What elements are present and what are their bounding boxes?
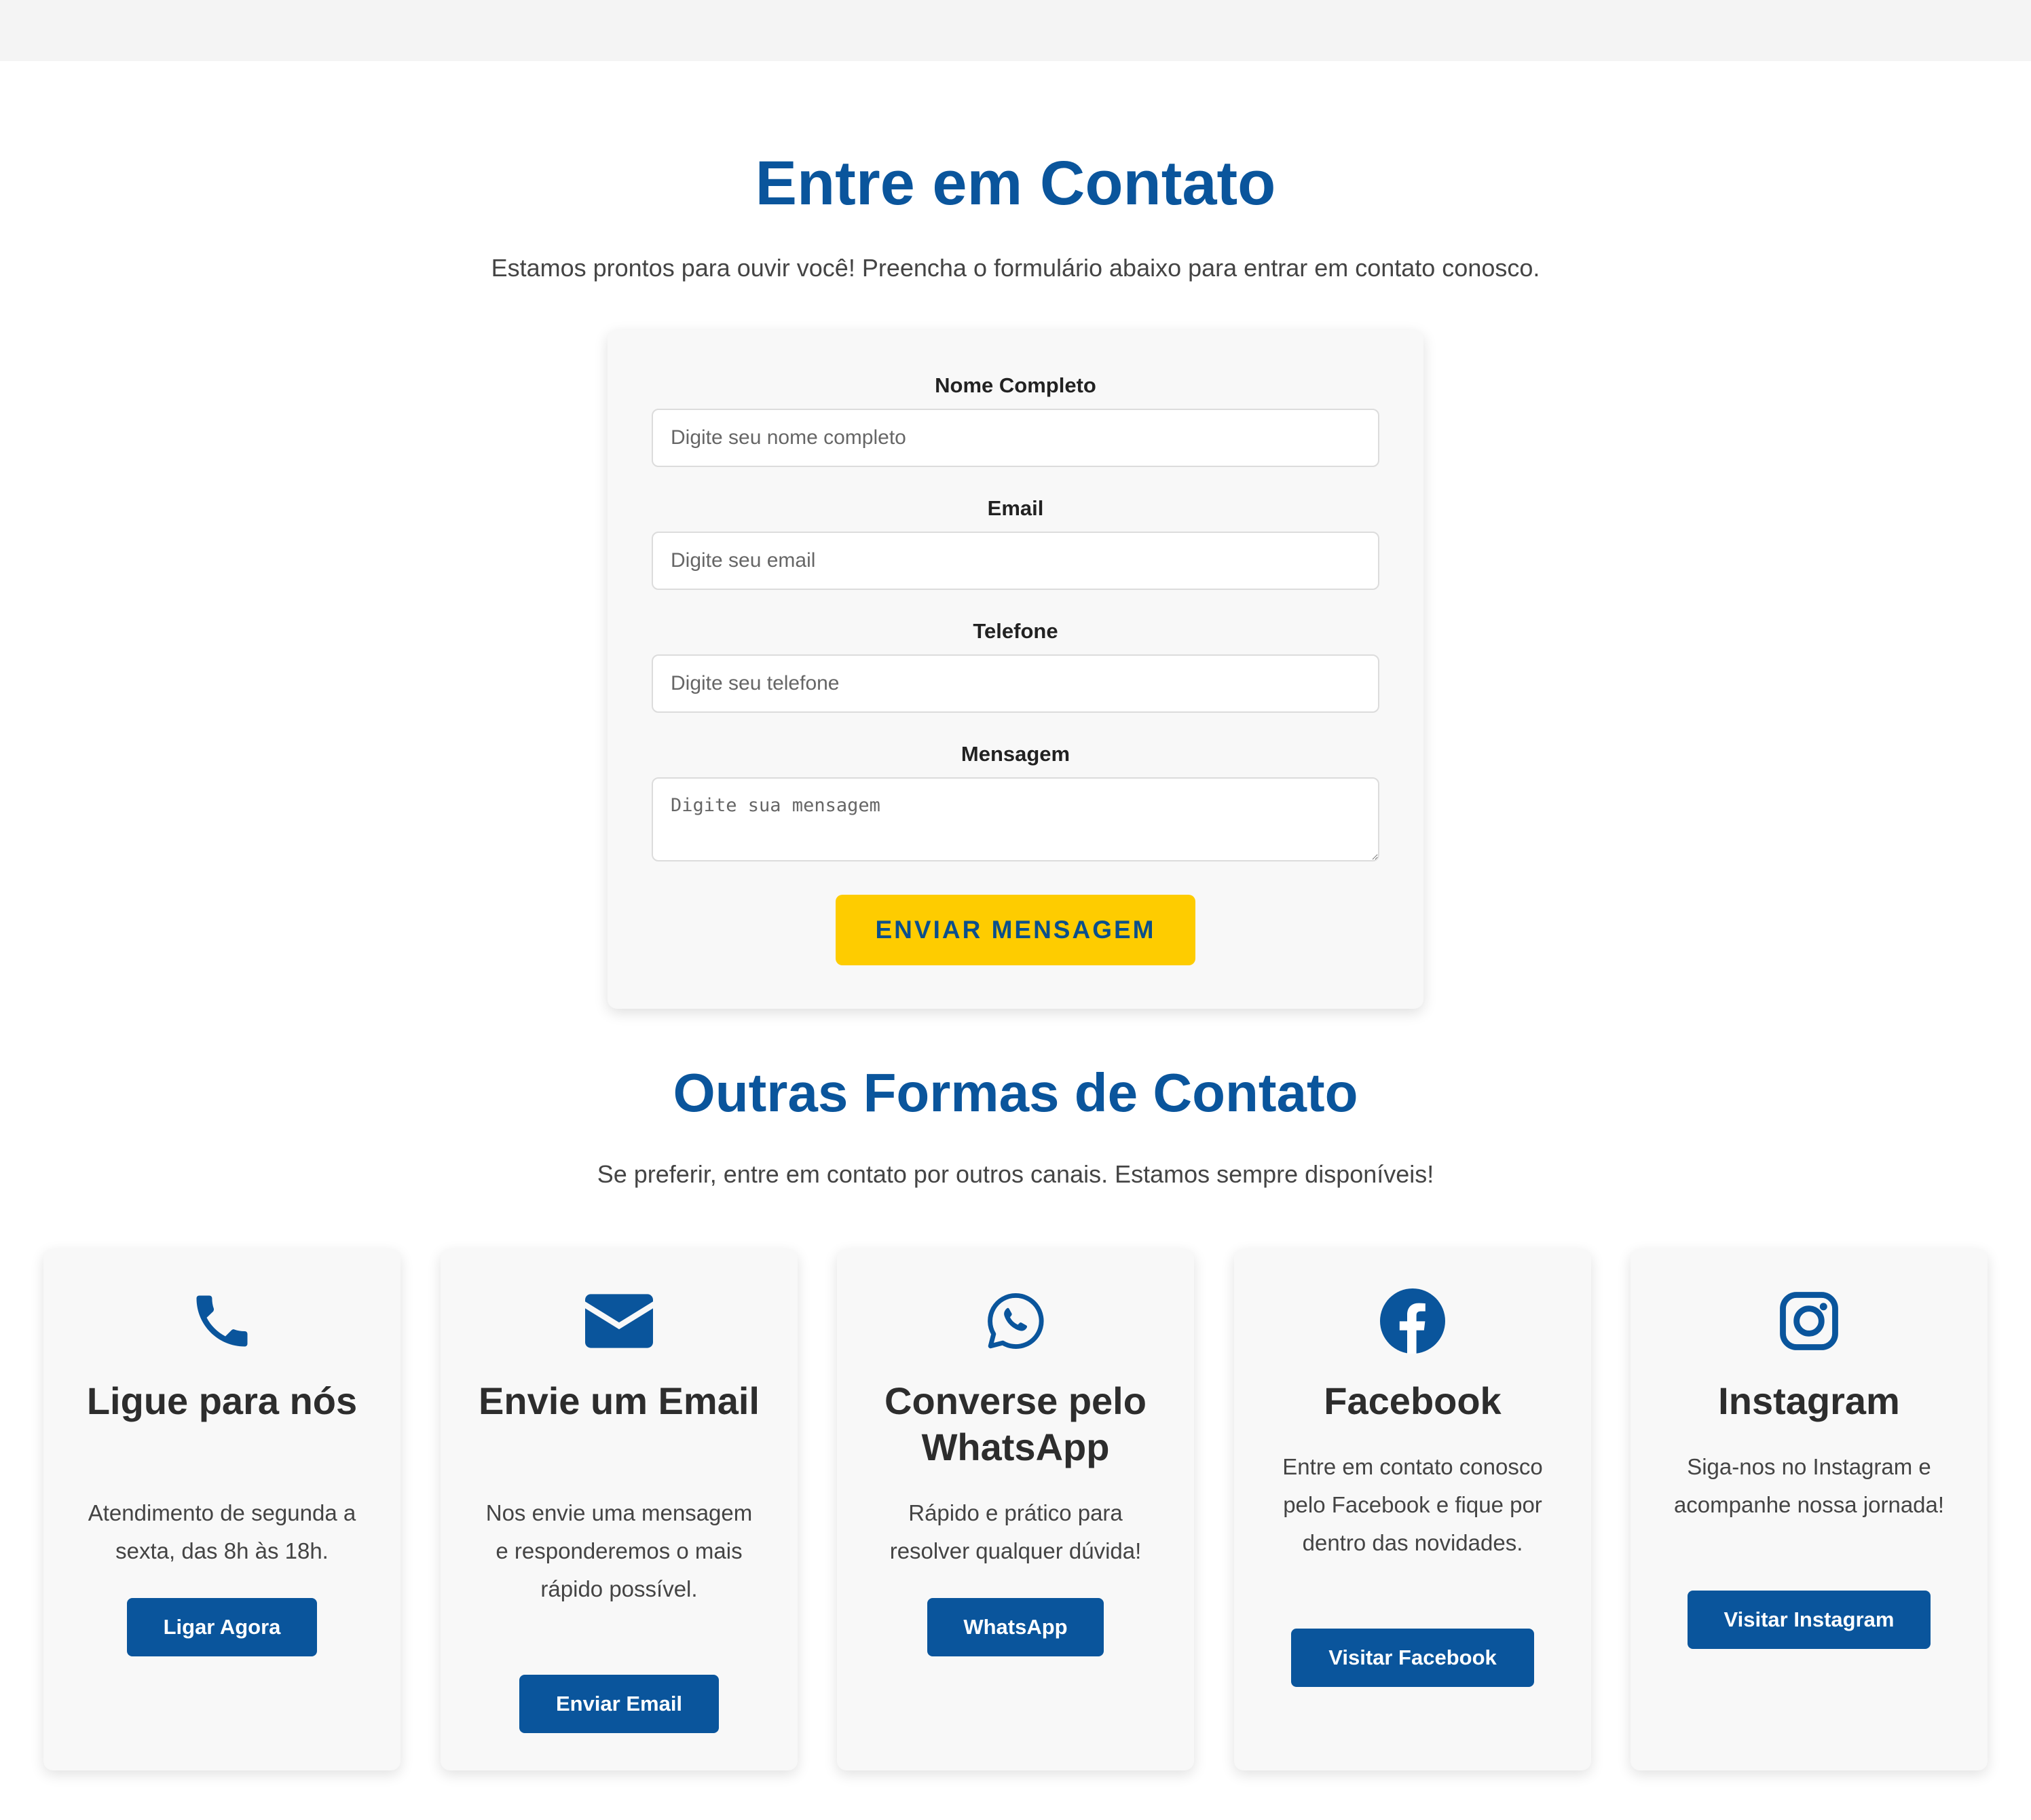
card-text: Siga-nos no Instagram e acompanhe nossa … bbox=[1673, 1454, 1945, 1517]
whatsapp-button[interactable]: WhatsApp bbox=[927, 1598, 1104, 1656]
card-title: Facebook bbox=[1324, 1379, 1502, 1422]
phone-input[interactable] bbox=[652, 654, 1379, 713]
card-text: Entre em contato conosco pelo Facebook e… bbox=[1282, 1454, 1543, 1555]
top-bar bbox=[0, 0, 2031, 61]
card-title: Ligue para nós bbox=[86, 1379, 358, 1422]
email-label: Email bbox=[987, 496, 1044, 520]
phone-label: Telefone bbox=[973, 619, 1058, 643]
contact-card-facebook: Facebook Entre em contato conosco pelo F… bbox=[1234, 1249, 1591, 1770]
contact-card-instagram: Instagram Siga-nos no Instagram e acompa… bbox=[1631, 1249, 1988, 1770]
message-textarea[interactable] bbox=[652, 777, 1379, 861]
card-text: Nos envie uma mensagem e responderemos o… bbox=[485, 1500, 753, 1601]
submit-button[interactable]: ENVIAR MENSAGEM bbox=[836, 895, 1195, 965]
call-now-button[interactable]: Ligar Agora bbox=[127, 1598, 317, 1656]
send-email-button[interactable]: Enviar Email bbox=[519, 1675, 719, 1733]
instagram-icon bbox=[1631, 1287, 1988, 1355]
card-title: Instagram bbox=[1718, 1379, 1900, 1422]
other-contacts-title: Outras Formas de Contato bbox=[673, 1062, 1358, 1123]
name-input[interactable] bbox=[652, 409, 1379, 467]
other-contacts-subtitle: Se preferir, entre em contato por outros… bbox=[597, 1160, 1434, 1188]
contact-form: Nome Completo Email Telefone Mensagem EN… bbox=[608, 330, 1423, 1009]
contact-card-whatsapp: Converse pelo WhatsApp Rápido e prático … bbox=[837, 1249, 1194, 1770]
page-title: Entre em Contato bbox=[755, 149, 1276, 218]
message-label: Mensagem bbox=[961, 742, 1070, 766]
name-label: Nome Completo bbox=[935, 373, 1096, 397]
visit-facebook-button[interactable]: Visitar Facebook bbox=[1291, 1629, 1534, 1687]
facebook-icon bbox=[1234, 1287, 1591, 1355]
phone-icon bbox=[43, 1287, 400, 1355]
contact-card-phone: Ligue para nós Atendimento de segunda a … bbox=[43, 1249, 400, 1770]
contact-card-email: Envie um Email Nos envie uma mensagem e … bbox=[441, 1249, 798, 1770]
whatsapp-icon bbox=[837, 1287, 1194, 1355]
card-text: Atendimento de segunda a sexta, das 8h à… bbox=[88, 1500, 356, 1563]
envelope-icon bbox=[441, 1287, 798, 1355]
card-title: Converse pelo WhatsApp bbox=[884, 1379, 1147, 1468]
card-title: Envie um Email bbox=[479, 1379, 760, 1422]
visit-instagram-button[interactable]: Visitar Instagram bbox=[1688, 1591, 1931, 1649]
page-subtitle: Estamos prontos para ouvir você! Preench… bbox=[491, 254, 1540, 282]
card-text: Rápido e prático para resolver qualquer … bbox=[889, 1500, 1142, 1563]
email-input[interactable] bbox=[652, 532, 1379, 590]
